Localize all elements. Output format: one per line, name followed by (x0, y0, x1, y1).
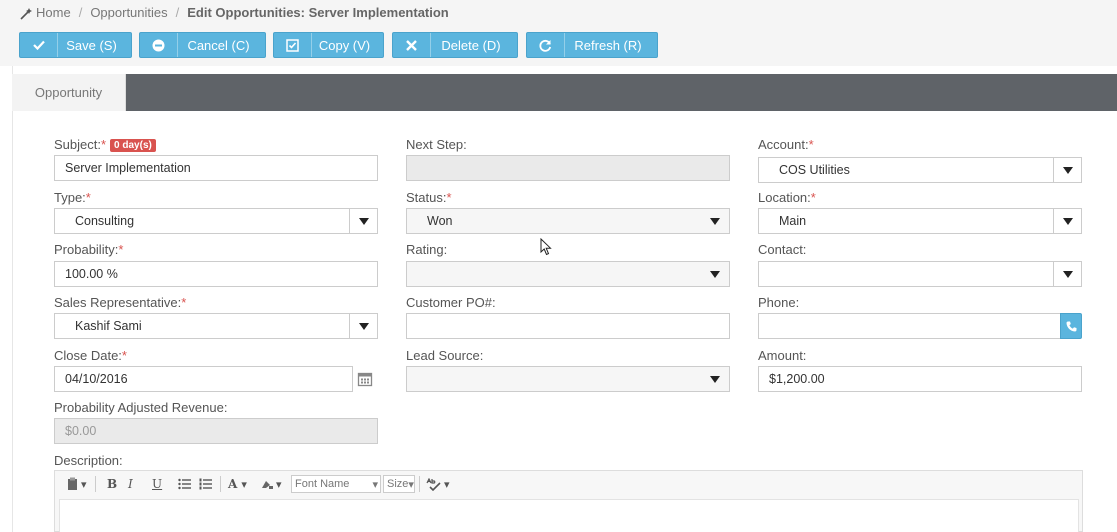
breadcrumb-home[interactable]: Home (36, 5, 71, 20)
refresh-button-label: Refresh (R) (574, 37, 642, 53)
refresh-icon (527, 33, 565, 57)
account-label: Account:* (758, 137, 814, 152)
lead-source-label: Lead Source: (406, 348, 484, 363)
subject-label: Subject:* 0 day(s) (54, 137, 156, 153)
save-button-label: Save (S) (66, 37, 117, 53)
numbered-list-button[interactable] (199, 471, 212, 497)
copy-button-label: Copy (V) (318, 37, 371, 53)
bullet-list-icon (178, 478, 191, 490)
toolbar: Save (S) Cancel (C) Copy (V) Delete (D) … (0, 25, 1117, 66)
close-date-label: Close Date:* (54, 348, 127, 363)
customer-po-label: Customer PO#: (406, 295, 496, 310)
spellcheck-icon (426, 477, 441, 491)
font-name-select[interactable]: Font Name ▾ (291, 475, 381, 493)
status-select[interactable]: Won (406, 208, 730, 234)
highlight-icon (262, 480, 273, 489)
delete-button[interactable]: Delete (D) (392, 32, 518, 58)
subject-input[interactable]: Server Implementation (54, 155, 378, 181)
location-label: Location:* (758, 190, 816, 205)
breadcrumb-current: Edit Opportunities: Server Implementatio… (187, 5, 449, 20)
spellcheck-dropdown[interactable]: ▾ (426, 471, 450, 497)
location-select[interactable]: Main (758, 208, 1082, 234)
dropdown-arrow-icon (349, 209, 377, 233)
highlight-dropdown[interactable]: ▾ (260, 471, 282, 497)
close-icon (393, 33, 431, 57)
phone-label: Phone: (758, 295, 800, 310)
copy-button[interactable]: Copy (V) (273, 32, 384, 58)
font-color-dropdown[interactable]: A ▾ (228, 471, 247, 497)
account-select[interactable]: COS Utilities (758, 157, 1082, 183)
check-icon (20, 33, 58, 57)
dropdown-arrow-icon (701, 209, 729, 233)
dropdown-arrow-icon (701, 262, 729, 286)
days-badge: 0 day(s) (110, 139, 156, 152)
phone-icon (1066, 321, 1076, 331)
tab-opportunity[interactable]: Opportunity (12, 74, 126, 111)
bold-button[interactable]: B (107, 471, 117, 497)
rating-label: Rating: (406, 242, 448, 257)
rating-select[interactable] (406, 261, 730, 287)
paste-dropdown[interactable]: ▾ (67, 471, 87, 497)
breadcrumb-opportunities[interactable]: Opportunities (90, 5, 167, 20)
toolbar-divider (95, 476, 96, 492)
checkbox-icon (274, 33, 312, 57)
minus-circle-icon (140, 33, 178, 57)
type-select[interactable]: Consulting (54, 208, 378, 234)
next-step-label: Next Step: (406, 137, 467, 152)
refresh-button[interactable]: Refresh (R) (526, 32, 658, 58)
adj-revenue-label: Probability Adjusted Revenue: (54, 400, 228, 415)
tab-bar (12, 74, 1117, 111)
dropdown-arrow-icon (1053, 209, 1081, 233)
type-label: Type:* (54, 190, 91, 205)
close-date-input[interactable]: 04/10/2016 (54, 366, 353, 392)
breadcrumb-separator: / (78, 5, 83, 20)
clipboard-icon (68, 477, 77, 490)
cancel-button-label: Cancel (C) (187, 37, 250, 53)
dropdown-arrow-icon (701, 367, 729, 391)
contact-select[interactable] (758, 261, 1082, 287)
save-button[interactable]: Save (S) (19, 32, 132, 58)
dropdown-arrow-icon (349, 314, 377, 338)
numbered-list-icon (199, 478, 212, 490)
sales-rep-select[interactable]: Kashif Sami (54, 313, 378, 339)
italic-button[interactable]: I (128, 471, 133, 497)
calendar-icon[interactable] (357, 371, 373, 387)
phone-input[interactable] (758, 313, 1061, 339)
next-step-input[interactable] (406, 155, 730, 181)
cancel-button[interactable]: Cancel (C) (139, 32, 266, 58)
mouse-cursor-icon (540, 238, 552, 256)
delete-button-label: Delete (D) (441, 37, 501, 53)
description-textarea[interactable] (59, 499, 1079, 532)
toolbar-divider (419, 476, 420, 492)
dropdown-arrow-icon (1053, 158, 1081, 182)
dropdown-arrow-icon (1053, 262, 1081, 286)
amount-input[interactable]: $1,200.00 (758, 366, 1082, 392)
sales-rep-label: Sales Representative:* (54, 295, 187, 310)
underline-button[interactable]: U (152, 471, 162, 497)
bullet-list-button[interactable] (178, 471, 191, 497)
amount-label: Amount: (758, 348, 807, 363)
lead-source-select[interactable] (406, 366, 730, 392)
breadcrumb-separator: / (175, 5, 180, 20)
call-button[interactable] (1060, 313, 1082, 339)
description-label: Description: (54, 453, 123, 468)
magic-wand-icon (20, 7, 32, 20)
contact-label: Contact: (758, 242, 807, 257)
customer-po-input[interactable] (406, 313, 730, 339)
description-editor: ▾ B I U A ▾ ▾ Font Name ▾ Size ▾ ▾ (54, 470, 1083, 532)
status-label: Status:* (406, 190, 452, 205)
font-size-select[interactable]: Size ▾ (383, 475, 415, 493)
breadcrumb: Home / Opportunities / Edit Opportunitie… (0, 0, 1117, 25)
adj-revenue-input: $0.00 (54, 418, 378, 444)
probability-label: Probability:* (54, 242, 124, 257)
toolbar-divider (220, 476, 221, 492)
probability-input[interactable]: 100.00 % (54, 261, 378, 287)
